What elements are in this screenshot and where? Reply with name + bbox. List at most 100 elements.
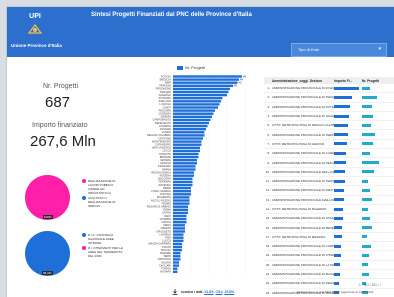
bar[interactable] xyxy=(173,149,200,153)
bar[interactable] xyxy=(173,159,197,162)
bar[interactable] xyxy=(173,97,223,100)
bar[interactable] xyxy=(173,75,242,78)
bar[interactable] xyxy=(173,233,184,236)
bar[interactable] xyxy=(173,124,208,128)
bar-category-label: NOVARA xyxy=(160,270,171,274)
table-row[interactable]: 21.AMMINISTRAZIONE PROVINCIALE DI MACERA… xyxy=(264,270,394,280)
table-row[interactable]: 3. AMMINISTRAZIONE PROVINCIALE DI POTENZA xyxy=(264,103,394,112)
bar[interactable] xyxy=(173,103,220,106)
bar[interactable] xyxy=(173,155,199,159)
bar[interactable] xyxy=(173,165,196,168)
row-number: 10. xyxy=(265,169,270,174)
bar[interactable] xyxy=(173,90,229,94)
table-row[interactable]: 7. CITTA' METROPOLITANA DI GENOVA xyxy=(264,140,394,150)
bar[interactable] xyxy=(173,183,193,187)
bar[interactable] xyxy=(173,199,190,202)
table-row[interactable]: 8. AMMINISTRAZIONE PROVINCIALE DI CUNEO xyxy=(264,149,394,159)
bar[interactable] xyxy=(173,196,190,199)
bar[interactable] xyxy=(173,112,214,115)
table-row[interactable]: 14. CITTA' METROPOLITANA DI PALERMO xyxy=(264,205,394,215)
table-row[interactable]: 20. AMMINISTRAZIONE PROVINCIALE DI LA SPE… xyxy=(264,261,394,270)
bar[interactable] xyxy=(173,186,191,190)
table-row[interactable]: 18.AMMINISTRAZIONE PROVINCIALE DI CAMPOB… xyxy=(264,242,394,252)
row-name: AMMINISTRAZIONE PROVINCIALE DI CUNEO xyxy=(272,151,334,156)
bar[interactable] xyxy=(173,128,206,131)
bar[interactable] xyxy=(173,239,184,242)
bar[interactable] xyxy=(173,109,215,112)
download-csv-link[interactable]: CSV xyxy=(215,290,222,294)
bar[interactable] xyxy=(173,214,187,218)
bar[interactable] xyxy=(173,193,191,196)
bar[interactable] xyxy=(173,171,194,174)
bar[interactable] xyxy=(173,115,212,118)
bar[interactable] xyxy=(173,143,202,146)
bar[interactable] xyxy=(173,162,197,165)
row-name: CITTA' METROPOLITANA DI MESSINA xyxy=(272,234,326,239)
table-row[interactable]: 5. CITTA' METROPOLITANA DI REGGIO CALABRI… xyxy=(264,121,394,131)
importo-bar xyxy=(334,179,345,183)
bar[interactable] xyxy=(173,137,203,140)
table-row[interactable]: 12. AMMINISTRAZIONE PROVINCIALE DI RIETI xyxy=(264,186,394,196)
table-row[interactable]: 16.AMMINISTRAZIONE PROVINCIALE DI BENEVE… xyxy=(264,223,394,233)
bar[interactable] xyxy=(173,267,178,270)
bar[interactable] xyxy=(173,118,211,122)
bar[interactable] xyxy=(173,242,182,246)
bar[interactable] xyxy=(173,208,188,211)
bar[interactable] xyxy=(173,174,194,177)
bar[interactable] xyxy=(173,87,230,91)
table-row[interactable]: 2. AMMINISTRAZIONE PROVINCIALE DI TERAMO xyxy=(264,93,394,103)
bar[interactable] xyxy=(173,252,181,255)
bar[interactable] xyxy=(173,264,179,267)
bar[interactable] xyxy=(173,248,182,252)
bar[interactable] xyxy=(173,81,238,84)
bar[interactable] xyxy=(173,152,199,156)
bar[interactable] xyxy=(173,131,205,134)
bar[interactable] xyxy=(173,121,209,125)
pager-next-icon[interactable]: › xyxy=(380,283,381,287)
table-pager[interactable]: 1 - 101 / 101 ‹ › xyxy=(359,283,381,287)
bar[interactable] xyxy=(173,106,218,109)
bar[interactable] xyxy=(173,190,191,193)
bar[interactable] xyxy=(173,134,205,137)
bar[interactable] xyxy=(173,261,179,264)
bar[interactable] xyxy=(173,205,188,208)
download-json-link[interactable]: JSON xyxy=(224,290,234,294)
bar[interactable] xyxy=(173,211,188,215)
table-row[interactable]: 15. AMMINISTRAZIONE PROVINCIALE DI SASSAR… xyxy=(264,214,394,224)
table-row[interactable]: 1. AMMINISTRAZIONE PROVINCIALE DI FOGGIA xyxy=(264,84,394,94)
bar[interactable] xyxy=(173,270,178,273)
table-row[interactable]: 9. AMMINISTRAZIONE PROVINCIALE DI PERUGIA xyxy=(264,158,394,168)
bar[interactable] xyxy=(173,177,193,180)
bar[interactable] xyxy=(173,258,181,261)
bar[interactable] xyxy=(173,221,187,224)
bar[interactable] xyxy=(173,227,185,230)
col-header-name[interactable]: Amministrazione_coggi_Desisso xyxy=(272,79,334,83)
bar[interactable] xyxy=(173,140,202,143)
bar[interactable] xyxy=(173,180,193,184)
table-row[interactable]: 17. CITTA' METROPOLITANA DI MESSINA xyxy=(264,233,394,243)
row-number: 8. xyxy=(267,151,270,156)
table-row[interactable]: 4. AMMINISTRAZIONE PROVINCIALE DI SALERNO xyxy=(264,112,394,122)
col-header-importo[interactable]: Importo Fi... xyxy=(334,79,362,83)
bar[interactable] xyxy=(173,202,190,205)
table-row[interactable]: 11. AMMINISTRAZIONE PROVINCIALE DI TERNI xyxy=(264,177,394,187)
table-row[interactable]: 10.AMMINISTRAZIONE PROVINCIALE DELL'AQUI… xyxy=(264,168,394,177)
bar[interactable] xyxy=(173,230,185,233)
table-row[interactable]: 6. AMMINISTRAZIONE PROVINCIALE DI ISERNIA xyxy=(264,130,394,140)
bar[interactable] xyxy=(173,245,182,249)
bar[interactable] xyxy=(173,168,196,171)
bar[interactable] xyxy=(173,255,181,258)
importo-bar xyxy=(334,151,347,155)
bar[interactable] xyxy=(173,93,227,97)
bar[interactable] xyxy=(173,84,233,87)
bar[interactable] xyxy=(173,217,187,221)
col-header-progetti[interactable]: Nr. Progetti xyxy=(362,79,392,83)
download-xlsx-link[interactable]: XLSX xyxy=(204,290,213,294)
bar[interactable] xyxy=(173,224,185,227)
table-row[interactable]: 13. AMMINISTRAZIONE PROVINCIALE AVELLINO xyxy=(264,196,394,205)
table-row[interactable]: 19. AMMINISTRAZIONE PROVINCIALE DI VITERB… xyxy=(264,251,394,261)
bar[interactable] xyxy=(173,236,184,239)
bar[interactable] xyxy=(173,78,239,81)
bar[interactable] xyxy=(173,100,221,103)
bar[interactable] xyxy=(173,146,200,149)
